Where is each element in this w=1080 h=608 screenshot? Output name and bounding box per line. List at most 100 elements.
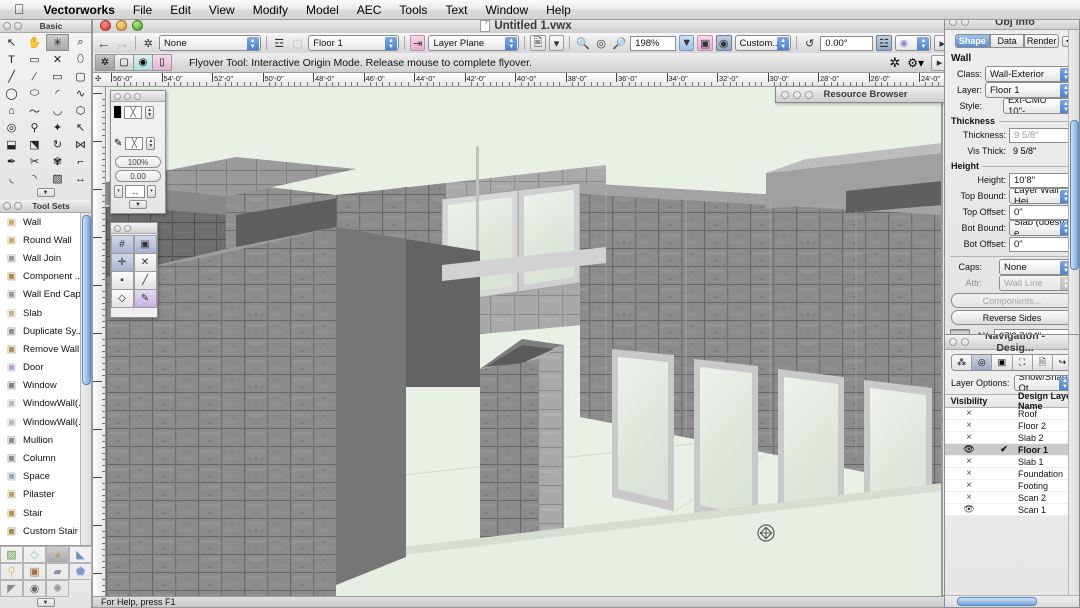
working-plane-icon[interactable]: ▣ — [697, 35, 713, 51]
mode-constrain[interactable]: ▯ — [152, 54, 172, 71]
nurbs-curve-tool[interactable]: ◡ — [46, 102, 69, 119]
oval-tool[interactable]: ⬭ — [23, 85, 46, 102]
zoom-tool[interactable]: ⌕ — [69, 34, 92, 51]
marker-end-stepper[interactable]: ▾ — [147, 185, 156, 198]
symmetry-tool[interactable]: ⋈ — [69, 136, 92, 153]
arrow-marker-icon[interactable]: ↔ — [125, 185, 145, 198]
minimize-icon[interactable] — [793, 90, 801, 99]
close-icon[interactable] — [3, 202, 11, 210]
apple-logo[interactable]:  — [8, 2, 35, 18]
polygon-tool[interactable]: ⬡ — [69, 102, 92, 119]
navigation-vertical-scrollbar[interactable] — [1068, 335, 1079, 595]
working-plane-pink-icon[interactable]: ⇥ — [409, 35, 426, 51]
field-caps-popup[interactable]: None ▲ ▼ — [999, 259, 1074, 275]
split-tool[interactable]: ◟ — [0, 170, 23, 187]
column-visibility[interactable]: Visibility — [945, 395, 993, 407]
menu-item-modify[interactable]: Modify — [244, 2, 297, 18]
tool-set-item[interactable]: ▣ Duplicate Sy... — [0, 322, 91, 340]
object-info-scrollbar[interactable] — [1068, 30, 1079, 335]
tool-set-item[interactable]: ▣ Door — [0, 359, 91, 377]
pan-tool[interactable]: ✋ — [23, 34, 46, 51]
mirror-tool[interactable]: ⬔ — [23, 136, 46, 153]
layer-row[interactable]: × Floor 2 — [945, 420, 1079, 432]
zoom-icon[interactable] — [134, 92, 141, 100]
field-bot-bound-popup[interactable]: Slab (doesn't e... ▲ ▼ — [1009, 220, 1074, 236]
minimize-icon[interactable] — [14, 202, 22, 210]
circle-tool[interactable]: ◯ — [0, 85, 23, 102]
close-icon[interactable] — [781, 90, 789, 99]
field-top-offset-input[interactable]: 0" — [1009, 204, 1074, 220]
render-bitmap-tool[interactable]: ◤ — [0, 580, 23, 597]
marker-start-stepper[interactable]: ▾ — [114, 185, 123, 198]
minimize-button[interactable] — [116, 20, 127, 31]
callout-tool[interactable]: ▭ — [23, 51, 46, 68]
layer-popup[interactable]: Floor 1 ▲ ▼ — [308, 35, 400, 51]
zoom-input[interactable]: 198% — [630, 35, 676, 51]
horizontal-ruler[interactable]: ✣ 56'-0" 54'-0" 52'-0" 50'-0" 48'-0" 46'-0" 44… — [92, 73, 954, 87]
layer-options-popup[interactable]: Show/Snap Ot... ▲ ▼ — [1013, 375, 1073, 391]
smart-points[interactable]: ✛ — [110, 252, 134, 272]
design-layers-icon[interactable]: ◎ — [972, 355, 993, 370]
snap-to-intersection[interactable]: ◇ — [110, 288, 134, 308]
layer-stack-icon[interactable]: ☲ — [272, 35, 287, 51]
layer-row[interactable]: × Slab 2 — [945, 432, 1079, 444]
marquee-tool[interactable]: ▨ — [46, 170, 69, 187]
layer-row[interactable]: × Scan 2 — [945, 492, 1079, 504]
line-weight-field[interactable]: 0.00 — [115, 170, 161, 182]
tab-render[interactable]: Render — [1024, 34, 1060, 48]
line-tool[interactable]: ╱ — [0, 68, 23, 85]
scrollbar-thumb[interactable] — [1070, 120, 1079, 270]
arrow-left-icon[interactable]: ← — [96, 35, 111, 51]
chevron-down-icon[interactable]: ▼ — [678, 35, 695, 51]
lighting-popup[interactable]: ◉ ▲ ▼ — [894, 35, 932, 51]
zoom-in-icon[interactable]: 🔎 — [612, 35, 627, 51]
chevron-down-icon[interactable]: ▼ — [129, 200, 147, 209]
scrollbar-thumb[interactable] — [82, 215, 91, 385]
fillet-tool[interactable]: ✾ — [46, 153, 69, 170]
layer-visibility-toggle[interactable]: × — [945, 492, 993, 503]
sheet-layers-icon[interactable]: ▣ — [992, 355, 1013, 370]
layer-row[interactable]: 👁 ✔ Floor 1 — [945, 444, 1079, 456]
gradient-tool[interactable]: ◎ — [0, 119, 23, 136]
tool-set-item[interactable]: ▣ Slab — [0, 304, 91, 322]
layer-visibility-toggle[interactable]: × — [945, 408, 993, 419]
save-view-icon[interactable]: 🖹 — [530, 35, 546, 51]
render-settings-tool[interactable]: ✺ — [46, 580, 69, 597]
layer-visibility-toggle[interactable]: 👁 — [945, 444, 993, 455]
texture-crate-tool[interactable]: ▣ — [23, 563, 46, 580]
render-popup[interactable]: Custom... ▲ ▼ — [734, 35, 792, 51]
paint-bucket-tool[interactable]: ⚲ — [23, 119, 46, 136]
render-mode-icon[interactable]: ◉ — [715, 35, 732, 51]
magic-wand-tool[interactable]: ✦ — [46, 119, 69, 136]
menu-item-model[interactable]: Model — [297, 2, 348, 18]
field-style-popup[interactable]: Ext-CMU 10"-... ▲ ▼ — [1003, 98, 1074, 114]
roll-tool[interactable]: ▰ — [46, 563, 69, 580]
rotate-tool[interactable]: ↻ — [46, 136, 69, 153]
polyline-tool[interactable]: ⌂ — [0, 102, 23, 119]
fill-swatch[interactable]: ╳ — [124, 106, 143, 119]
angle-input[interactable]: 0.00° — [820, 35, 874, 51]
solid-section-tool[interactable]: ⬟ — [69, 563, 92, 580]
opacity-field[interactable]: 100% — [115, 156, 161, 168]
tool-set-item[interactable]: ▣ WindowWall(... — [0, 395, 91, 413]
chevron-down-icon[interactable]: ▼ — [36, 188, 55, 197]
tool-set-item[interactable]: ▣ Component ... — [0, 268, 91, 286]
classes-icon[interactable]: ⁂ — [952, 355, 973, 370]
mode-walkthrough[interactable]: ◉ — [133, 54, 153, 71]
layer-visibility-toggle[interactable]: × — [945, 468, 993, 479]
vertical-ruler[interactable]: 2'-0" 0" 2'-0" 4'-0" 6'-0" 8'-0" 10'-0" 12'-0" 1… — [92, 87, 106, 596]
layer-active-checkmark[interactable]: ✔ — [993, 444, 1015, 455]
plane-popup[interactable]: Layer Plane ▲ ▼ — [428, 35, 520, 51]
dimension-tool[interactable]: ↔ — [69, 170, 92, 187]
eyedropper-icon[interactable]: ✲ — [889, 55, 900, 71]
menu-item-edit[interactable]: Edit — [161, 2, 200, 18]
field-height-input[interactable]: 10'8" — [1009, 172, 1074, 188]
column-active[interactable] — [993, 395, 1015, 407]
snap-to-grid[interactable]: # — [110, 234, 134, 254]
tool-set-item[interactable]: ▣ Mullion — [0, 431, 91, 449]
minimize-icon[interactable] — [14, 22, 22, 30]
mode-interactive-origin[interactable]: ✲ — [95, 54, 115, 71]
smart-edge[interactable]: ✕ — [133, 252, 157, 272]
menu-item-aec[interactable]: AEC — [348, 2, 391, 18]
field-layer-popup[interactable]: Floor 1 ▲ ▼ — [985, 82, 1074, 98]
